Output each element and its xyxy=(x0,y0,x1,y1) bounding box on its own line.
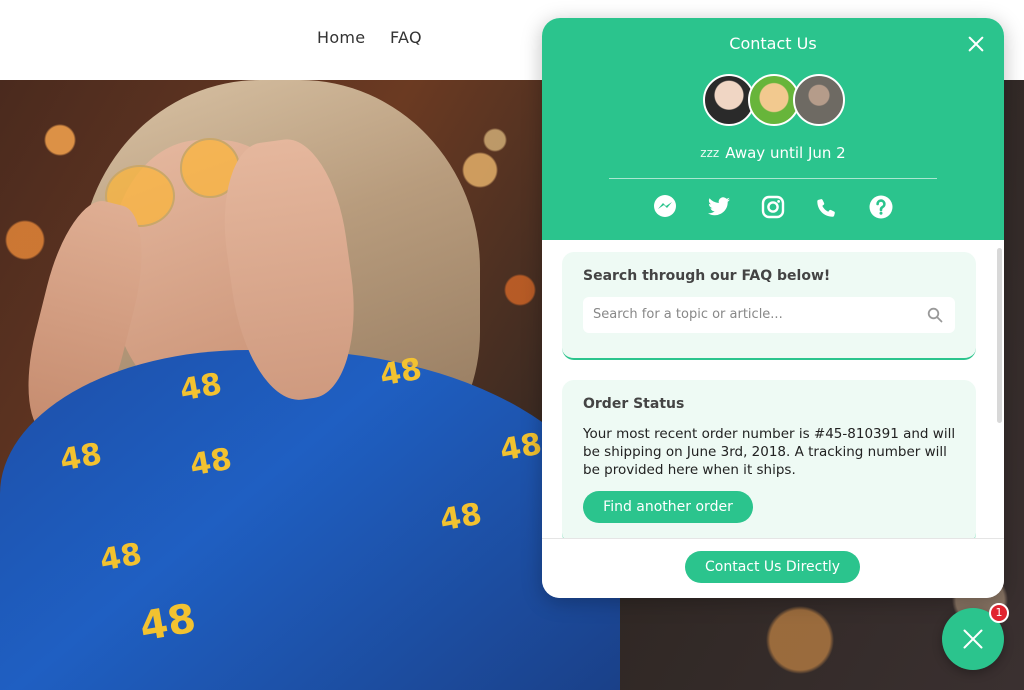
sleep-icon: zzz xyxy=(700,146,720,160)
shirt-number: 48 xyxy=(177,366,225,409)
nav-link-home[interactable]: Home xyxy=(317,28,365,47)
contact-widget: Contact Us zzz Away until Jun 2 Search t… xyxy=(542,18,1004,598)
contact-us-directly-button[interactable]: Contact Us Directly xyxy=(685,551,860,583)
order-status-card: Order Status Your most recent order numb… xyxy=(562,380,976,538)
messenger-icon[interactable] xyxy=(652,194,678,220)
shirt-number: 48 xyxy=(437,496,485,539)
shirt-number: 48 xyxy=(136,595,200,651)
order-status-text: Your most recent order number is #45-810… xyxy=(583,426,956,478)
social-links xyxy=(652,194,894,222)
team-avatars xyxy=(703,74,845,126)
faq-card-title: Search through our FAQ below! xyxy=(583,268,831,284)
find-another-order-button[interactable]: Find another order xyxy=(583,491,753,523)
twitter-icon[interactable] xyxy=(706,194,732,220)
search-placeholder: Search for a topic or article... xyxy=(593,307,783,322)
faq-search-input[interactable]: Search for a topic or article... xyxy=(583,297,955,333)
avatar xyxy=(793,74,845,126)
nav-link-faq[interactable]: FAQ xyxy=(390,28,422,47)
widget-title: Contact Us xyxy=(729,34,817,53)
order-card-title: Order Status xyxy=(583,396,685,412)
notification-badge: 1 xyxy=(989,603,1009,623)
away-status: zzz Away until Jun 2 xyxy=(542,144,1004,162)
phone-icon[interactable] xyxy=(814,194,840,220)
shirt-number: 48 xyxy=(57,436,105,479)
widget-header: Contact Us zzz Away until Jun 2 xyxy=(542,18,1004,240)
shirt-number: 48 xyxy=(97,536,145,579)
help-icon[interactable] xyxy=(868,194,894,220)
widget-scrollbar[interactable] xyxy=(997,248,1002,423)
hero-shirt: 48 48 48 48 48 48 48 48 xyxy=(0,350,620,690)
header-divider xyxy=(609,178,937,179)
shirt-number: 48 xyxy=(497,426,545,469)
shirt-number: 48 xyxy=(377,351,425,394)
search-icon[interactable] xyxy=(927,307,943,323)
widget-body: Search through our FAQ below! Search for… xyxy=(542,240,1004,538)
instagram-icon[interactable] xyxy=(760,194,786,220)
widget-footer: Contact Us Directly xyxy=(542,538,1004,598)
close-icon[interactable] xyxy=(964,32,988,56)
shirt-number: 48 xyxy=(187,441,235,484)
faq-search-card: Search through our FAQ below! Search for… xyxy=(562,252,976,360)
away-status-text: Away until Jun 2 xyxy=(725,144,846,162)
